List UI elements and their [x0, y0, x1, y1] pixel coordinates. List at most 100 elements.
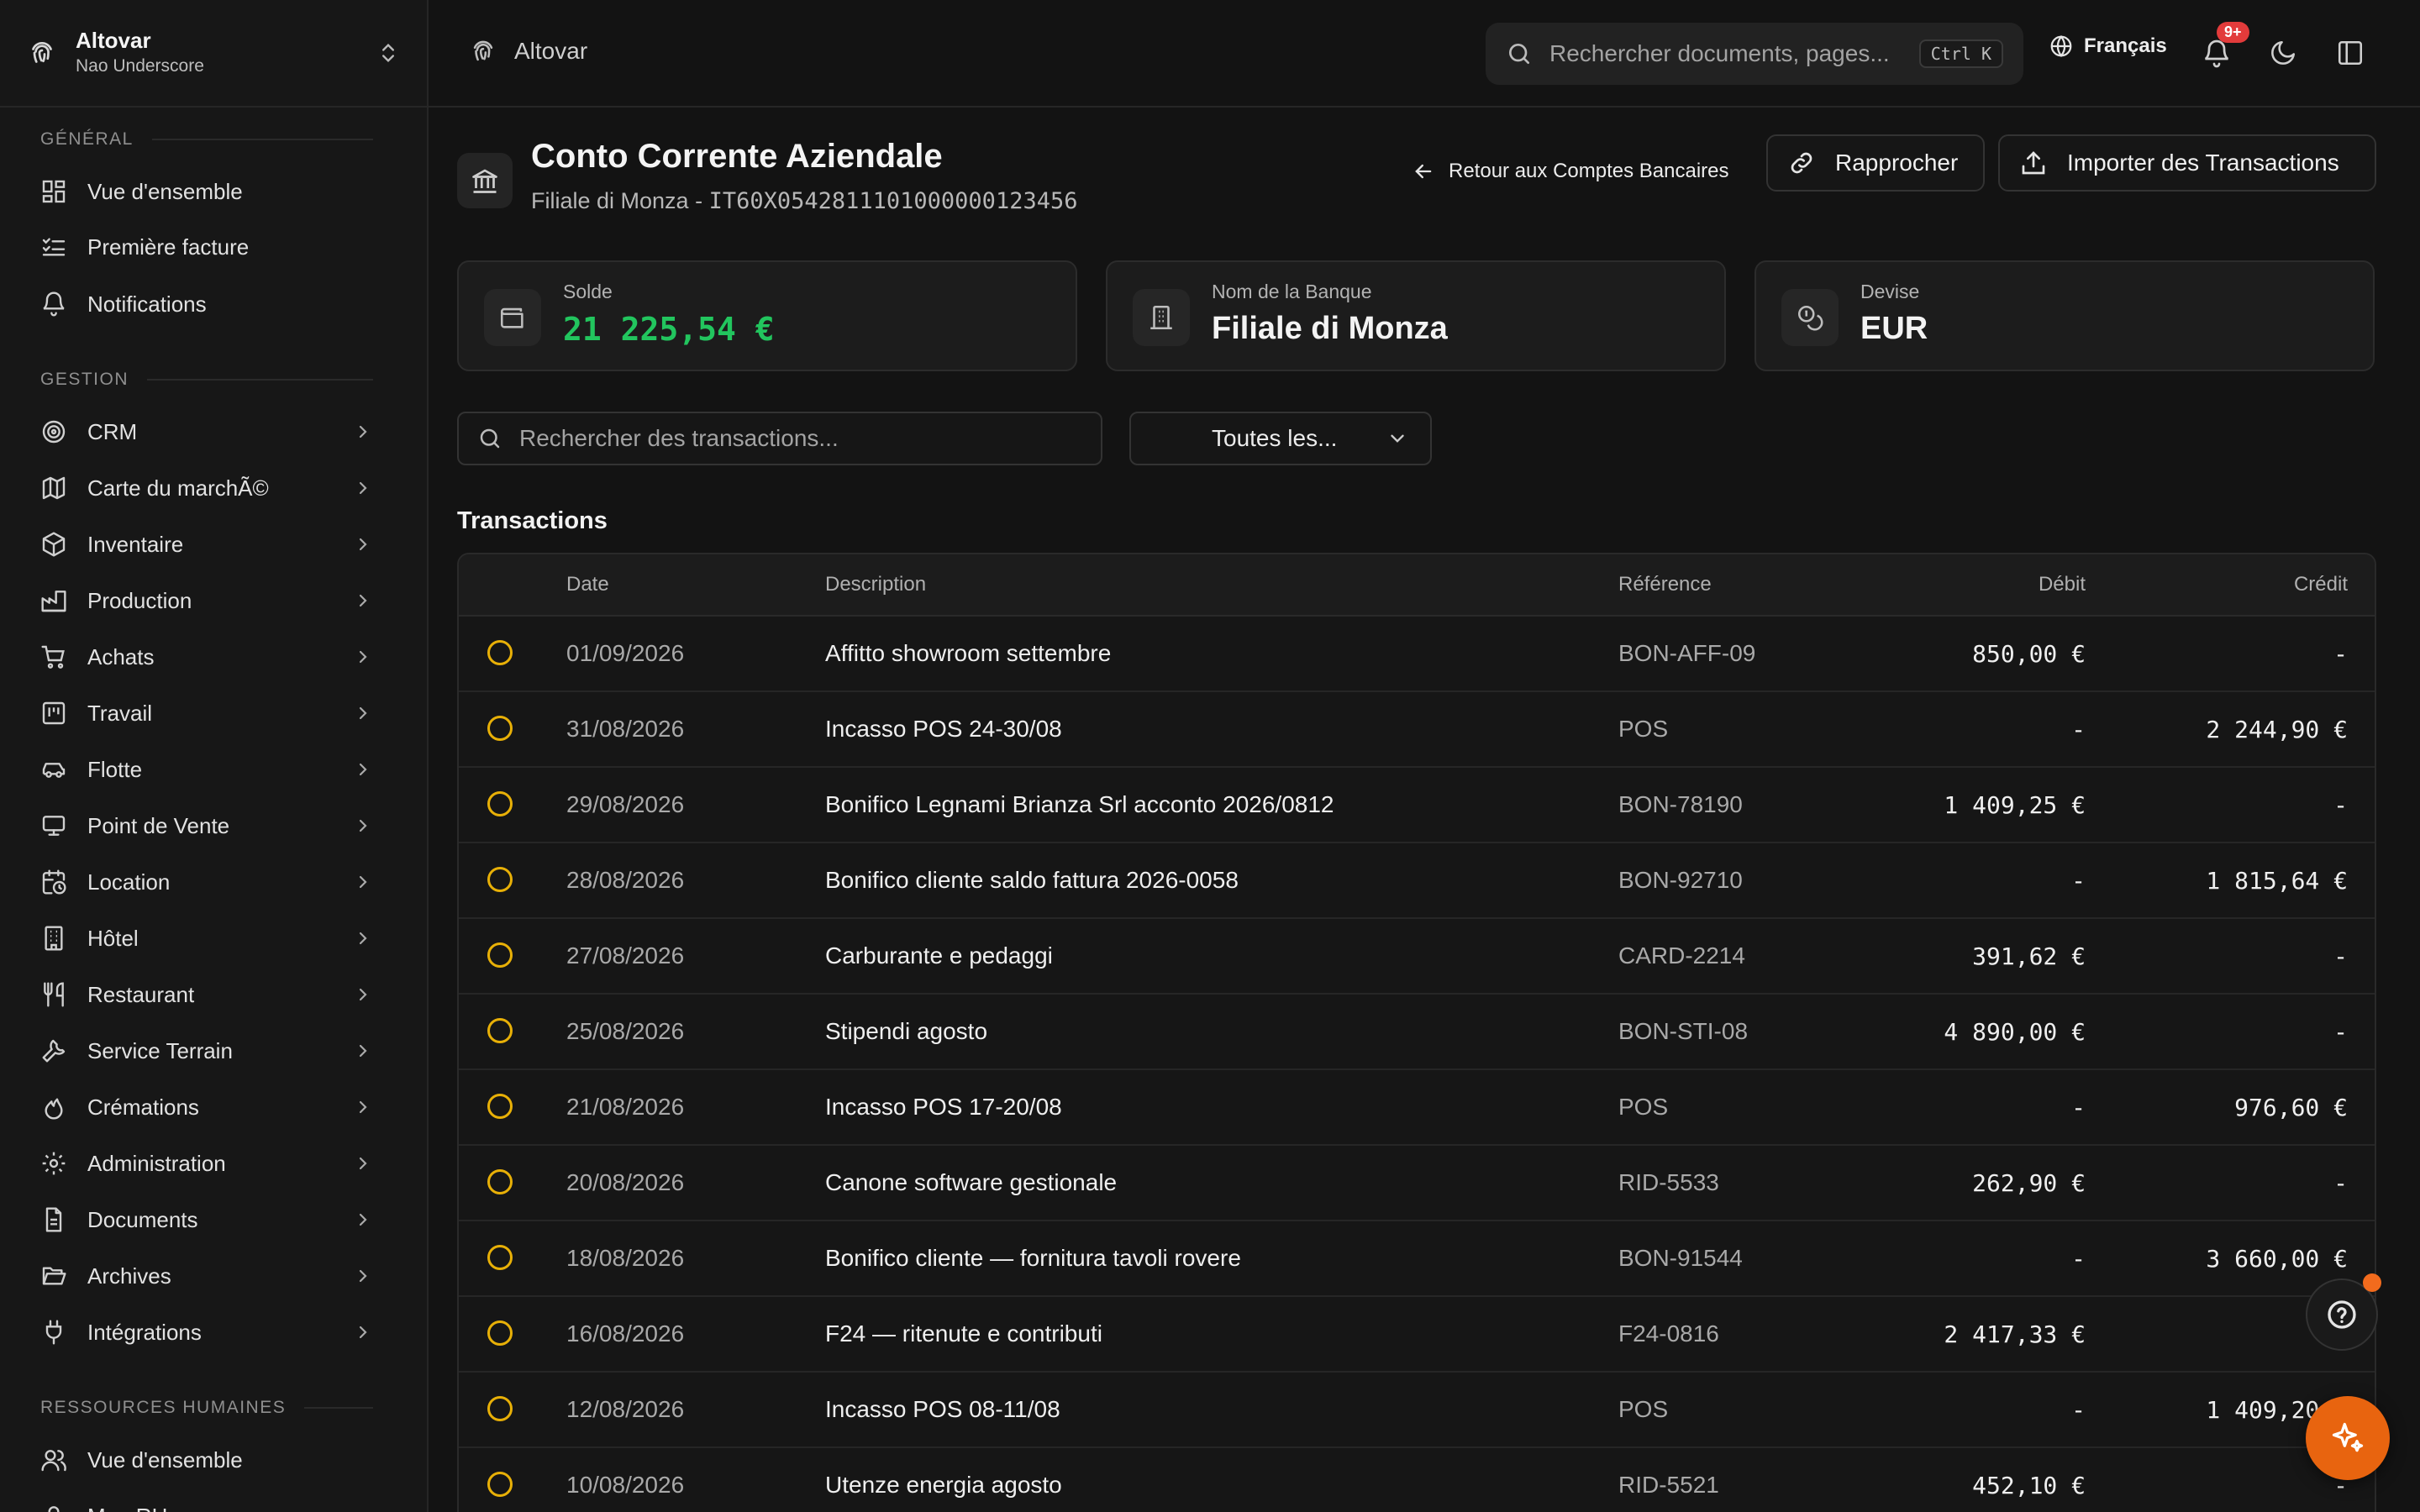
table-row[interactable]: 25/08/2026 Stipendi agosto BON-STI-08 4 890… — [459, 995, 2375, 1070]
chevron-right-icon — [359, 650, 367, 664]
cell-reference: POS — [1618, 1396, 1669, 1422]
sidebar-item-inventory[interactable]: Inventaire — [25, 520, 378, 569]
status-indicator[interactable] — [487, 1169, 513, 1194]
cell-reference: POS — [1618, 1094, 1669, 1120]
reconcile-button[interactable]: Rapprocher — [1766, 134, 1985, 192]
search-icon — [480, 428, 500, 449]
user-icon — [48, 1506, 60, 1512]
sidebar-item-integrations[interactable]: Intégrations — [25, 1308, 378, 1357]
sidebar-item-hr-overview[interactable]: Vue d'ensemble — [25, 1436, 378, 1484]
arrow-left-icon — [1415, 164, 1432, 179]
sidebar-item-market-map[interactable]: Carte du marchÃ© — [25, 464, 378, 512]
cell-date: 29/08/2026 — [566, 791, 685, 817]
sidebar-item-hotel[interactable]: Hôtel — [25, 914, 378, 963]
chevron-right-icon — [359, 1157, 367, 1170]
sidebar-item-rental[interactable]: Location — [25, 858, 378, 906]
chevron-right-icon — [359, 1269, 367, 1283]
table-row[interactable]: 21/08/2026 Incasso POS 17-20/08 POS - 976,60… — [459, 1070, 2375, 1146]
account-branch: Filiale di Monza - — [531, 188, 709, 213]
chevron-right-icon — [359, 1100, 367, 1114]
back-to-bank-accounts-button[interactable]: Retour aux Comptes Bancaires — [1402, 148, 1739, 195]
breadcrumb[interactable]: Altovar — [469, 37, 587, 66]
sidebar-item-fleet[interactable]: Flotte — [25, 745, 378, 794]
sidebar-item-label: Inventaire — [87, 531, 184, 557]
sidebar-item-label: Service Terrain — [87, 1037, 233, 1063]
status-indicator[interactable] — [487, 1320, 513, 1346]
table-row[interactable]: 01/09/2026 Affitto showroom settembre BON-… — [459, 617, 2375, 692]
import-transactions-button[interactable]: Importer des Transactions — [1998, 134, 2376, 192]
table-row[interactable]: 16/08/2026 F24 — ritenute e contributi F24… — [459, 1297, 2375, 1373]
table-row[interactable]: 18/08/2026 Bonifico cliente — fornitura t… — [459, 1221, 2375, 1297]
utensils-icon — [44, 982, 64, 1007]
table-row[interactable]: 20/08/2026 Canone software gestionale RID-… — [459, 1146, 2375, 1221]
table-row[interactable]: 27/08/2026 Carburante e pedaggi CARD-2214 3… — [459, 919, 2375, 995]
map-icon — [42, 476, 66, 500]
sidebar-item-crm[interactable]: CRM — [25, 407, 378, 456]
sidebar-item-work[interactable]: Travail — [25, 689, 378, 738]
table-row[interactable]: 10/08/2026 Utenze energia agosto RID-5521 4… — [459, 1448, 2375, 1512]
status-indicator[interactable] — [487, 867, 513, 892]
sidebar-item-overview[interactable]: Vue d'ensemble — [25, 167, 378, 216]
status-indicator[interactable] — [487, 1018, 513, 1043]
table-row[interactable]: 12/08/2026 Incasso POS 08-11/08 POS -1 409,… — [459, 1373, 2375, 1448]
cell-reference: BON-91544 — [1618, 1245, 1743, 1271]
column-header-credit[interactable]: Crédit — [2294, 573, 2348, 596]
sidebar-item-label: Archives — [87, 1263, 171, 1289]
sidebar-item-restaurant[interactable]: Restaurant — [25, 970, 378, 1019]
column-header-debit[interactable]: Débit — [2039, 573, 2086, 596]
chevron-right-icon — [359, 1044, 367, 1058]
sidebar-item-documents[interactable]: Documents — [25, 1195, 378, 1244]
column-header-reference[interactable]: Référence — [1618, 573, 1712, 596]
cell-reference: BON-78190 — [1618, 791, 1743, 817]
status-indicator[interactable] — [487, 791, 513, 816]
sidebar-item-purchases[interactable]: Achats — [25, 633, 378, 681]
transactions-search-input[interactable]: Rechercher des transactions... — [457, 412, 1102, 465]
column-header-description[interactable]: Description — [825, 573, 926, 596]
status-indicator[interactable] — [487, 640, 513, 665]
status-indicator[interactable] — [487, 1245, 513, 1270]
sidebar-item-production[interactable]: Production — [25, 576, 378, 625]
cell-debit: 262,90 € — [1972, 1169, 2086, 1197]
sidebar-item-point-of-sale[interactable]: Point de Vente — [25, 801, 378, 850]
status-indicator[interactable] — [487, 1396, 513, 1421]
chevron-right-icon — [359, 875, 367, 889]
sidebar-item-field-service[interactable]: Service Terrain — [25, 1026, 378, 1075]
section-title-gestion: GESTION — [40, 370, 373, 390]
notifications-bell-icon[interactable] — [2202, 39, 2232, 69]
status-indicator[interactable] — [487, 716, 513, 741]
moon-icon[interactable] — [2269, 39, 2297, 67]
status-indicator[interactable] — [487, 1472, 513, 1497]
account-iban: IT60X0542811101000000123456 — [708, 188, 1078, 214]
cell-debit: - — [2071, 867, 2086, 895]
column-header-date[interactable]: Date — [566, 573, 609, 596]
transaction-filter-select[interactable]: Toutes les... — [1129, 412, 1432, 465]
cell-debit: - — [2071, 1245, 2086, 1273]
chevron-right-icon — [359, 706, 367, 720]
fingerprint-icon — [473, 40, 493, 61]
sidebar-item-my-hr[interactable]: Mon RH — [25, 1492, 378, 1512]
status-indicator[interactable] — [487, 942, 513, 968]
sidebar-item-administration[interactable]: Administration — [25, 1139, 378, 1188]
table-row[interactable]: 31/08/2026 Incasso POS 24-30/08 POS - 2 244,… — [459, 692, 2375, 768]
sparkles-icon — [2332, 1422, 2364, 1452]
kanban-icon — [42, 701, 66, 725]
sidebar-item-archives[interactable]: Archives — [25, 1252, 378, 1300]
table-row[interactable]: 28/08/2026 Bonifico cliente saldo fattura… — [459, 843, 2375, 919]
sidebar-item-first-invoice[interactable]: Première facture — [25, 223, 378, 271]
status-indicator[interactable] — [487, 1094, 513, 1119]
workspace-switcher[interactable]: Altovar Nao Underscore — [0, 0, 427, 108]
section-title-hr: RESSOURCES HUMAINES — [40, 1398, 373, 1418]
sidebar-toggle-icon[interactable] — [2336, 39, 2365, 67]
fingerprint-logo-icon — [32, 41, 52, 63]
file-icon — [45, 1207, 62, 1232]
cell-credit: 2 244,90 € — [2206, 716, 2348, 743]
ai-assistant-button[interactable] — [2306, 1396, 2390, 1480]
import-label: Importer des Transactions — [2067, 150, 2339, 176]
sidebar-item-label: Achats — [87, 643, 155, 669]
sidebar-item-notifications[interactable]: Notifications — [25, 280, 378, 328]
sidebar-item-cremations[interactable]: Crémations — [25, 1083, 378, 1131]
table-row[interactable]: 29/08/2026 Bonifico Legnami Brianza Srl a… — [459, 768, 2375, 843]
sidebar-item-label: Mon RH — [87, 1504, 378, 1512]
language-selector[interactable]: Français — [2049, 34, 2167, 59]
global-search-input[interactable]: Rechercher documents, pages... Ctrl K — [1486, 23, 2023, 85]
